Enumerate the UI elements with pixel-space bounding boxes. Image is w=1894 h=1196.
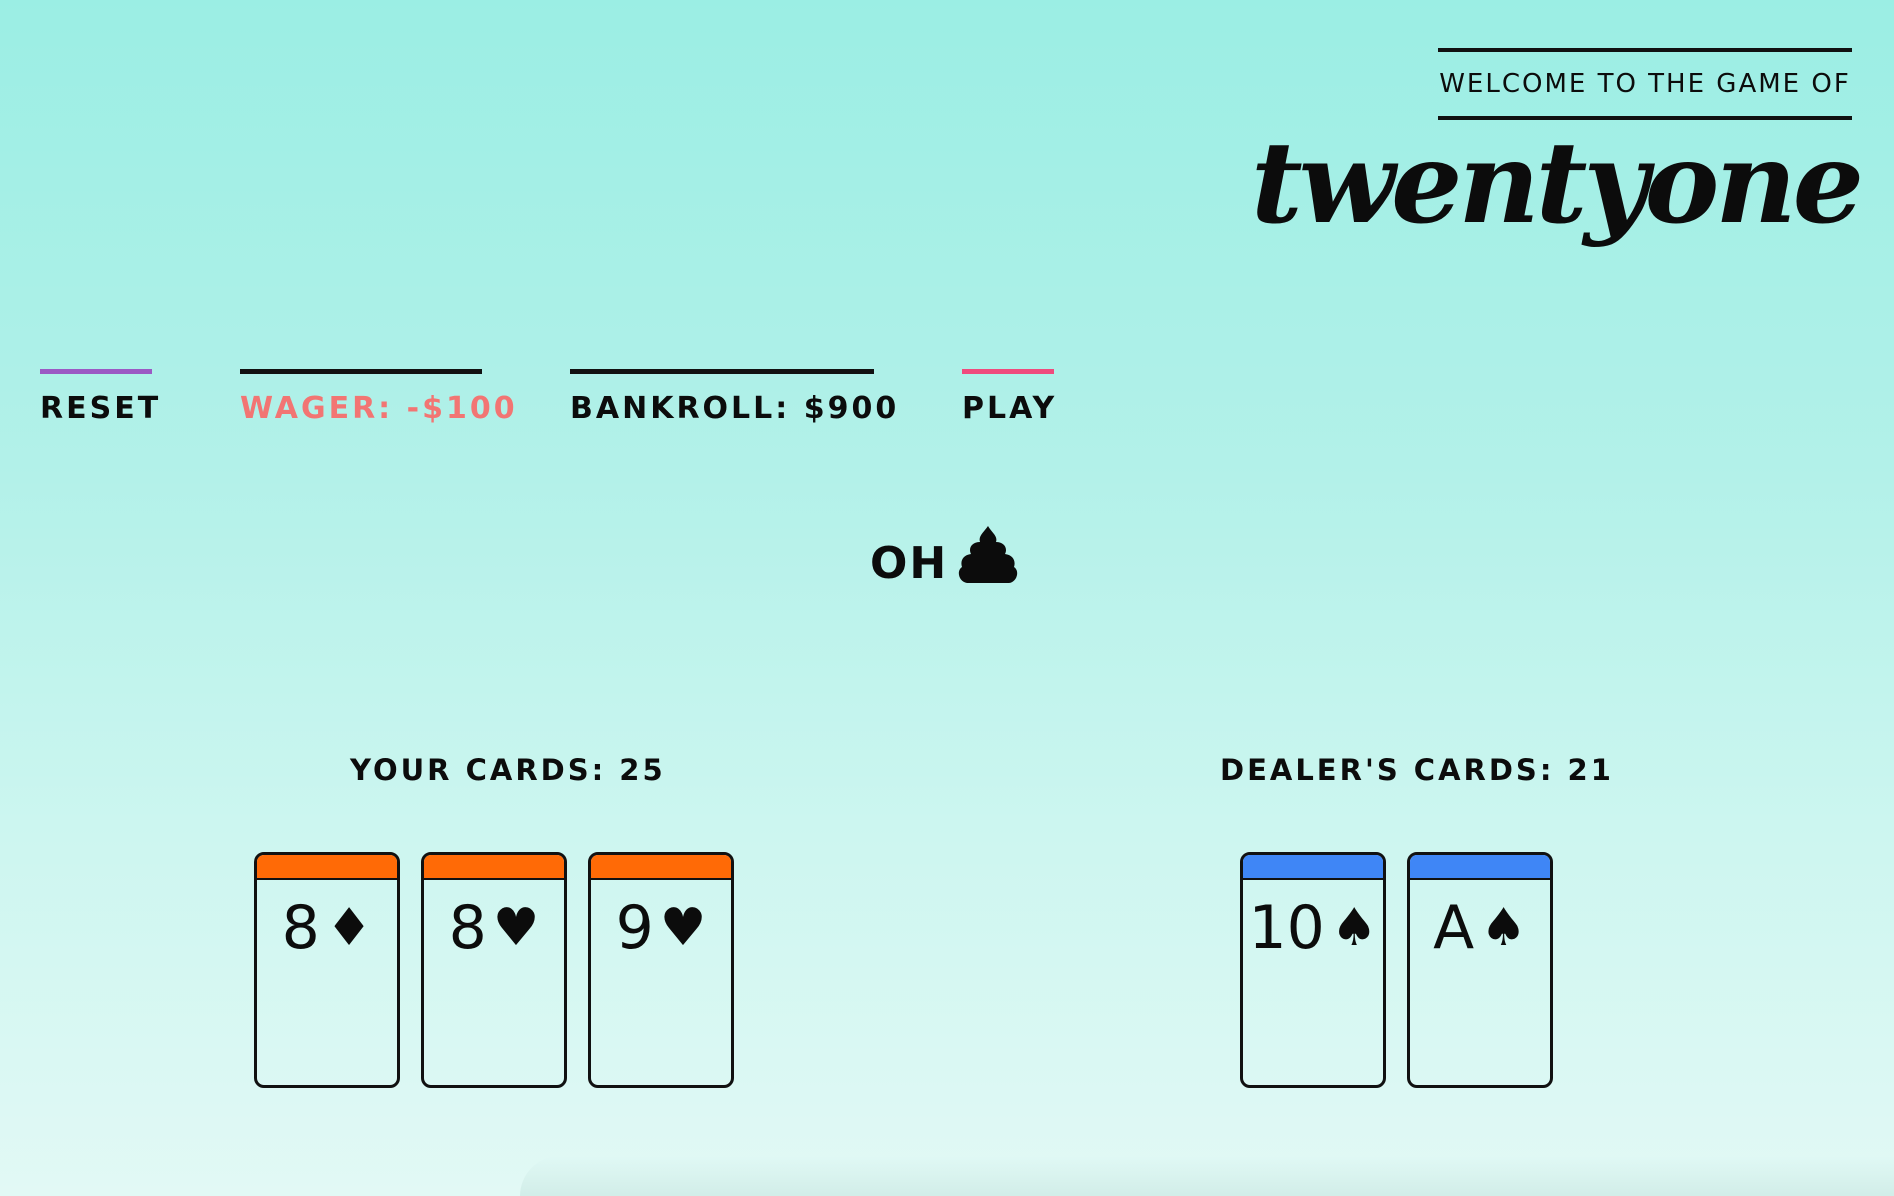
- logo-wordmark: twentyone: [1250, 118, 1864, 249]
- spade-icon: ♠: [1480, 898, 1527, 958]
- player-card[interactable]: 9 ♥: [588, 852, 734, 1088]
- wager-control[interactable]: WAGER: -$100: [240, 369, 515, 429]
- heart-icon: ♥: [659, 898, 707, 958]
- card-rank: 8: [281, 893, 320, 963]
- play-button[interactable]: PLAY: [962, 369, 1054, 429]
- card-face: 8 ♦: [257, 898, 397, 958]
- dealer-cards: 10 ♠ A ♠: [1240, 852, 1553, 1088]
- player-card[interactable]: 8 ♦: [254, 852, 400, 1088]
- game-status: OH: [870, 524, 1018, 586]
- card-top-bar: [1410, 855, 1550, 880]
- dealer-card: 10 ♠: [1240, 852, 1386, 1088]
- card-rank: 8: [448, 893, 487, 963]
- card-face: 10 ♠: [1243, 898, 1383, 958]
- card-top-bar: [1243, 855, 1383, 880]
- player-card[interactable]: 8 ♥: [421, 852, 567, 1088]
- card-rank: A: [1433, 893, 1475, 963]
- player-hand-title: YOUR CARDS: 25: [350, 753, 666, 787]
- card-rank: 9: [615, 893, 654, 963]
- card-rank: 10: [1248, 893, 1325, 963]
- welcome-banner: WELCOME TO THE GAME OF: [1438, 48, 1852, 120]
- player-cards: 8 ♦ 8 ♥ 9 ♥: [254, 852, 734, 1088]
- card-face: A ♠: [1410, 898, 1550, 958]
- diamond-icon: ♦: [325, 898, 373, 958]
- card-face: 9 ♥: [591, 898, 731, 958]
- reset-button[interactable]: RESET: [40, 369, 158, 429]
- card-face: 8 ♥: [424, 898, 564, 958]
- card-top-bar: [257, 855, 397, 880]
- dealer-card: A ♠: [1407, 852, 1553, 1088]
- card-top-bar: [591, 855, 731, 880]
- heart-icon: ♥: [492, 898, 540, 958]
- card-top-bar: [424, 855, 564, 880]
- poop-icon: [958, 524, 1018, 586]
- bottom-shadow: [520, 1156, 1894, 1196]
- spade-icon: ♠: [1330, 898, 1378, 958]
- bankroll-display: BANKROLL: $900: [570, 369, 896, 429]
- status-text: OH: [870, 538, 949, 589]
- dealer-hand-title: DEALER'S CARDS: 21: [1220, 753, 1614, 787]
